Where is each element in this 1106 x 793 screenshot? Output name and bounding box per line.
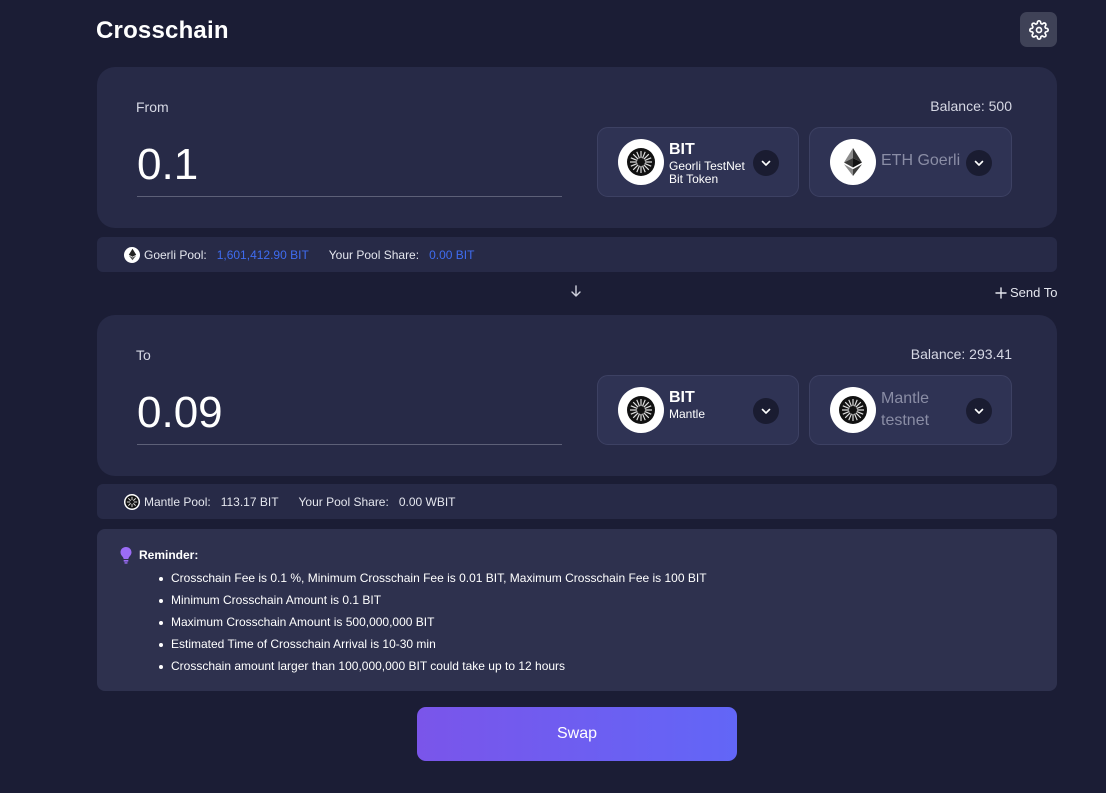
from-token-selector[interactable]: BIT Georli TestNet Bit Token [597,127,799,197]
reminder-list: Crosschain Fee is 0.1 %, Minimum Crossch… [159,567,707,677]
list-item: Crosschain Fee is 0.1 %, Minimum Crossch… [159,567,707,589]
mantle-pool-bar: Mantle Pool: 113.17 BIT Your Pool Share:… [97,484,1057,519]
to-balance: Balance: 293.41 [910,346,1012,362]
to-network-name: Mantle testnet [881,390,930,429]
chevron-down-icon[interactable] [753,398,779,424]
list-item: Maximum Crosschain Amount is 500,000,000… [159,611,707,633]
to-token-selector[interactable]: BIT Mantle [597,375,799,445]
mantle-pool-value: 113.17 BIT [220,494,279,509]
list-item: Crosschain amount larger than 100,000,00… [159,655,707,677]
goerli-pool-label: Goerli Pool: [144,247,207,262]
from-network-selector[interactable]: ETH Goerli [809,127,1012,197]
bit-coin-icon [618,139,664,185]
chevron-down-icon[interactable] [966,398,992,424]
ethereum-icon [830,139,876,185]
to-panel: To Balance: 293.41 0.09 BIT Mantle Mantl… [97,315,1057,476]
goerli-share-label: Your Pool Share: [328,247,420,262]
to-amount-input[interactable] [137,381,562,445]
from-label: From [136,99,169,115]
bit-coin-icon [618,387,664,433]
arrow-down-icon [571,285,581,297]
bit-coin-icon [830,387,876,433]
mantle-share-label: Your Pool Share: [298,494,389,509]
chevron-down-icon[interactable] [753,150,779,176]
from-amount-input[interactable] [137,133,562,197]
crosschain-page: Crosschain From Balance: 500 0.1 BIT Geo… [0,0,1106,793]
settings-button[interactable] [1020,12,1057,47]
send-to-label: Send To [1010,285,1058,300]
from-token-name: Georli TestNet Bit Token [669,159,745,186]
to-label: To [136,347,151,363]
list-item: Estimated Time of Crosschain Arrival is … [159,633,707,655]
goerli-pool-bar: Goerli Pool: 1,601,412.90 BIT Your Pool … [97,237,1057,272]
to-token-name: Mantle [669,407,706,421]
goerli-pool-value: 1,601,412.90 BIT [216,247,309,262]
swap-button[interactable]: Swap [417,707,737,761]
from-balance: Balance: 500 [930,98,1012,114]
swap-direction-button[interactable] [569,284,583,303]
from-network-name: ETH Goerli [881,152,961,169]
chevron-down-icon[interactable] [966,150,992,176]
goerli-share-value: 0.00 BIT [429,247,475,262]
gear-icon [1028,19,1049,40]
to-network-selector[interactable]: Mantle testnet [809,375,1012,445]
bit-coin-icon [124,493,140,510]
from-token-symbol: BIT [669,141,695,158]
ethereum-icon [124,246,140,263]
lightbulb-icon [120,547,132,564]
page-title: Crosschain [96,17,229,44]
reminder-box: Reminder: Crosschain Fee is 0.1 %, Minim… [97,529,1057,691]
send-to-button[interactable]: Send To [995,285,1057,300]
mantle-share-value: 0.00 WBIT [398,494,456,509]
mantle-pool-label: Mantle Pool: [144,494,211,509]
list-item: Minimum Crosschain Amount is 0.1 BIT [159,589,707,611]
from-panel: From Balance: 500 0.1 BIT Georli TestNet… [97,67,1057,228]
reminder-title: Reminder: [139,548,199,562]
to-token-symbol: BIT [669,389,695,406]
plus-icon [995,286,1007,299]
